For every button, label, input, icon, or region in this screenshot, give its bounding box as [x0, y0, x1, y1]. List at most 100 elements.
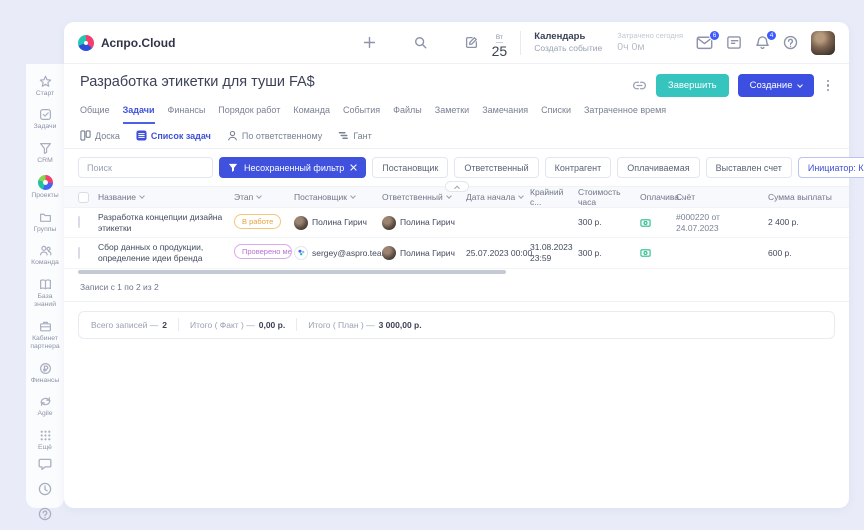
tab-remarks[interactable]: Замечания — [482, 105, 528, 124]
sidebar-item-team[interactable]: Команда — [26, 239, 64, 272]
col-deadline[interactable]: Крайний с... — [530, 187, 578, 207]
whats-new-icon[interactable] — [38, 482, 52, 496]
view-gantt[interactable]: Гант — [338, 130, 371, 141]
view-task-list-label: Список задач — [151, 131, 211, 141]
active-filter-label: Инициатор: Киселев А.В. — [808, 163, 864, 173]
col-billable[interactable]: Оплачива... — [640, 192, 676, 202]
sidebar-item-finance[interactable]: Финансы — [26, 357, 64, 390]
col-label: Стоимость часа — [578, 187, 635, 207]
task-name-link[interactable]: Сбор данных о продукции, определение иде… — [98, 242, 234, 263]
task-name-link[interactable]: Разработка концепции дизайна этикетки — [98, 212, 234, 233]
sidebar-item-label: Проекты — [31, 192, 58, 200]
view-board[interactable]: Доска — [80, 130, 120, 141]
col-stage[interactable]: Этап — [234, 192, 294, 202]
brand[interactable]: Аспро.Cloud — [78, 35, 175, 51]
deadline: 31.08.2023 23:59 — [530, 242, 578, 263]
invoice-link[interactable]: #000220 от 24.07.2023 — [676, 212, 768, 233]
mail-icon[interactable]: 6 — [696, 35, 713, 50]
collapse-filter-button[interactable] — [445, 181, 469, 192]
col-invoice[interactable]: Счёт — [676, 192, 768, 202]
finish-label: Завершить — [668, 80, 717, 91]
bell-icon[interactable]: 4 — [755, 35, 770, 50]
notes-icon[interactable] — [726, 35, 742, 50]
time-tracker[interactable]: Затрачено сегодня 0ч 0м — [617, 31, 683, 54]
more-actions-button[interactable] — [823, 78, 834, 94]
tab-general[interactable]: Общие — [80, 105, 110, 124]
user-avatar[interactable] — [811, 31, 835, 55]
sidebar-item-knowledge-base[interactable]: База знаний — [26, 273, 64, 315]
col-name[interactable]: Название — [98, 192, 234, 202]
col-start-date[interactable]: Дата начала — [466, 192, 530, 202]
payout-sum: 600 р. — [768, 248, 838, 259]
mail-badge: 6 — [709, 30, 720, 41]
tab-finance[interactable]: Финансы — [168, 105, 206, 124]
sidebar-item-partner-cabinet[interactable]: Кабинет партнера — [26, 315, 64, 357]
payout-sum: 2 400 р. — [768, 217, 838, 228]
feedback-icon[interactable] — [38, 507, 52, 521]
project-tabs: Общие Задачи Финансы Порядок работ Коман… — [80, 105, 833, 124]
compose-icon[interactable] — [465, 36, 478, 49]
active-filter-initiator[interactable]: Инициатор: Киселев А.В. — [798, 157, 864, 178]
tab-files[interactable]: Файлы — [393, 105, 422, 124]
col-hour-rate[interactable]: Стоимость часа — [578, 187, 640, 207]
sidebar-item-more[interactable]: Ещё — [26, 424, 64, 457]
sidebar-item-crm[interactable]: CRM — [26, 137, 64, 170]
row-checkbox[interactable] — [78, 216, 80, 228]
help-icon[interactable] — [783, 35, 798, 50]
paid-icon — [640, 218, 671, 228]
topbar-right: Вт 25 Календарь Создать событие Затрачен… — [492, 27, 835, 59]
tab-tasks[interactable]: Задачи — [123, 105, 155, 124]
header-actions: Завершить Создание — [632, 74, 833, 97]
brand-name: Аспро.Cloud — [101, 36, 175, 50]
date-widget[interactable]: Вт 25 — [492, 27, 508, 59]
row-checkbox[interactable] — [78, 247, 80, 259]
sidebar-item-start[interactable]: Старт — [26, 70, 64, 103]
close-icon[interactable] — [350, 164, 357, 171]
total-fact: Итого ( Факт ) — 0,00 р. — [190, 320, 285, 330]
support-chat-icon[interactable] — [38, 457, 52, 471]
view-task-list[interactable]: Список задач — [136, 130, 211, 141]
project-header: Разработка этикетки для туши FA$ Заверши… — [64, 64, 849, 149]
tab-events[interactable]: События — [343, 105, 380, 124]
sidebar-item-groups[interactable]: Группы — [26, 206, 64, 239]
tab-team[interactable]: Команда — [293, 105, 330, 124]
col-payout[interactable]: Сумма выплаты — [768, 192, 838, 202]
gantt-icon — [338, 130, 349, 141]
col-assignee[interactable]: Ответственный — [382, 192, 466, 202]
filter-chip-contractor[interactable]: Контрагент — [545, 157, 612, 178]
stage-badge[interactable]: В работе — [234, 214, 281, 228]
filter-chip-author[interactable]: Постановщик — [372, 157, 448, 178]
filter-chip-billable[interactable]: Оплачиваемая — [617, 157, 699, 178]
app-window: Аспро.Cloud Вт 25 Календарь Создать собы… — [64, 22, 849, 508]
create-button[interactable]: Создание — [738, 74, 814, 97]
coin-icon — [39, 362, 52, 375]
calendar-widget[interactable]: Календарь Создать событие — [534, 31, 602, 54]
filter-chip-assignee[interactable]: Ответственный — [454, 157, 538, 178]
col-author[interactable]: Постановщик — [294, 192, 382, 202]
select-all-checkbox[interactable] — [78, 192, 89, 203]
filter-chip-invoiced[interactable]: Выставлен счет — [706, 157, 792, 178]
search-icon[interactable] — [414, 36, 427, 49]
sidebar-item-agile[interactable]: Agile — [26, 390, 64, 423]
tab-workflow[interactable]: Порядок работ — [218, 105, 280, 124]
sidebar-item-projects[interactable]: Проекты — [26, 170, 64, 205]
sidebar-item-label: Agile — [37, 410, 52, 418]
sidebar-item-tasks[interactable]: Задачи — [26, 103, 64, 136]
tab-time-spent[interactable]: Затраченное время — [584, 105, 666, 124]
tab-lists[interactable]: Списки — [541, 105, 571, 124]
search-input[interactable] — [78, 157, 213, 178]
sidebar-item-label: База знаний — [27, 293, 63, 310]
stage-badge[interactable]: Проверено менед — [234, 244, 292, 258]
unsaved-filter-button[interactable]: Несохраненный фильтр — [219, 157, 366, 178]
brand-logo-icon — [78, 35, 94, 51]
filter-toolbar: Несохраненный фильтр Постановщик Ответст… — [64, 149, 849, 186]
totals-bar: Всего записей — 2 Итого ( Факт ) — 0,00 … — [78, 311, 835, 339]
tab-notes[interactable]: Заметки — [435, 105, 469, 124]
grid-dots-icon — [39, 429, 52, 442]
assignee-name: Полина Гирич — [400, 248, 455, 259]
add-icon[interactable] — [363, 36, 376, 49]
assignee-name: Полина Гирич — [400, 217, 455, 228]
view-by-assignee[interactable]: По ответственному — [227, 130, 322, 141]
copy-link-icon[interactable] — [632, 79, 647, 92]
finish-button[interactable]: Завершить — [656, 74, 729, 97]
